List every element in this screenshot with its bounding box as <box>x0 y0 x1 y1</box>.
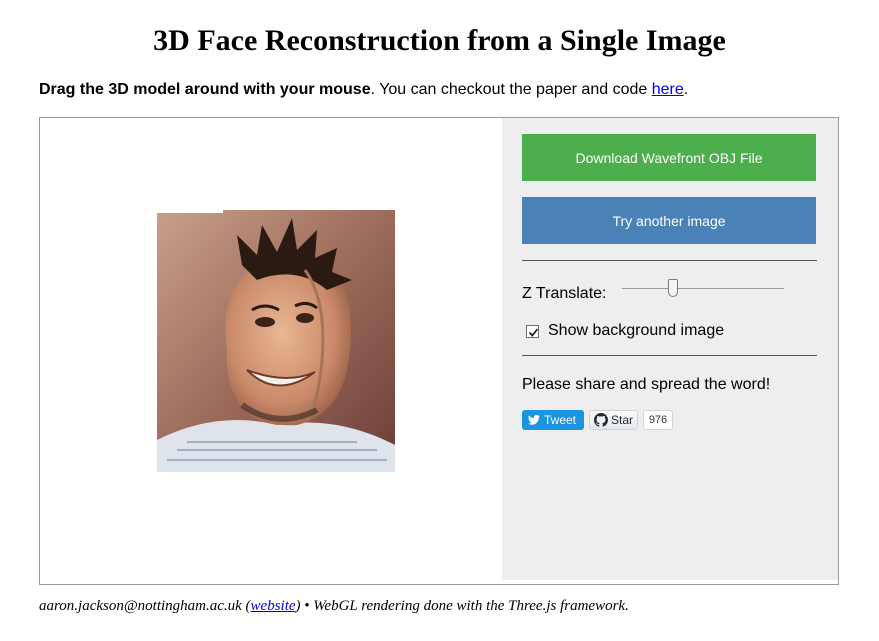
z-translate-label: Z Translate: <box>522 285 607 302</box>
star-label: Star <box>611 413 634 427</box>
intro-bold-text: Drag the 3D model around with your mouse <box>39 81 371 98</box>
page-title: 3D Face Reconstruction from a Single Ima… <box>153 24 726 57</box>
github-star-button[interactable]: Star <box>589 410 638 430</box>
tweet-label: Tweet <box>544 413 577 427</box>
try-another-image-button[interactable]: Try another image <box>522 197 816 244</box>
twitter-bird-icon <box>528 415 540 425</box>
tweet-button[interactable]: Tweet <box>522 410 584 430</box>
slider-thumb[interactable] <box>668 279 678 297</box>
intro-body-text: . You can checkout the paper and code <box>370 81 652 98</box>
show-background-row[interactable]: Show background image <box>526 321 724 341</box>
github-octocat-icon <box>594 413 608 427</box>
footer-credits: ) • WebGL rendering done with the Three.… <box>295 598 629 614</box>
face-render-image[interactable] <box>157 210 395 472</box>
app-frame: Download Wavefront OBJ File Try another … <box>39 117 839 585</box>
website-link[interactable]: website <box>251 598 296 614</box>
z-translate-slider[interactable] <box>622 278 784 300</box>
footer-text: aaron.jackson@nottingham.ac.uk (website)… <box>39 597 629 615</box>
show-background-label: Show background image <box>548 322 725 339</box>
star-count-badge[interactable]: 976 <box>643 410 673 430</box>
intro-text: Drag the 3D model around with your mouse… <box>39 80 688 100</box>
checkmark-icon <box>528 327 539 337</box>
divider <box>522 355 817 356</box>
3d-viewer-canvas[interactable] <box>40 118 502 584</box>
download-obj-button[interactable]: Download Wavefront OBJ File <box>522 134 816 181</box>
divider <box>522 260 817 261</box>
footer-email: aaron.jackson@nottingham.ac.uk ( <box>39 598 251 614</box>
slider-track <box>622 288 784 289</box>
show-background-checkbox[interactable] <box>526 324 539 338</box>
intro-period: . <box>683 81 689 98</box>
share-text: Please share and spread the word! <box>522 376 771 393</box>
controls-panel: Download Wavefront OBJ File Try another … <box>502 118 838 580</box>
paper-code-link[interactable]: here <box>652 81 684 98</box>
